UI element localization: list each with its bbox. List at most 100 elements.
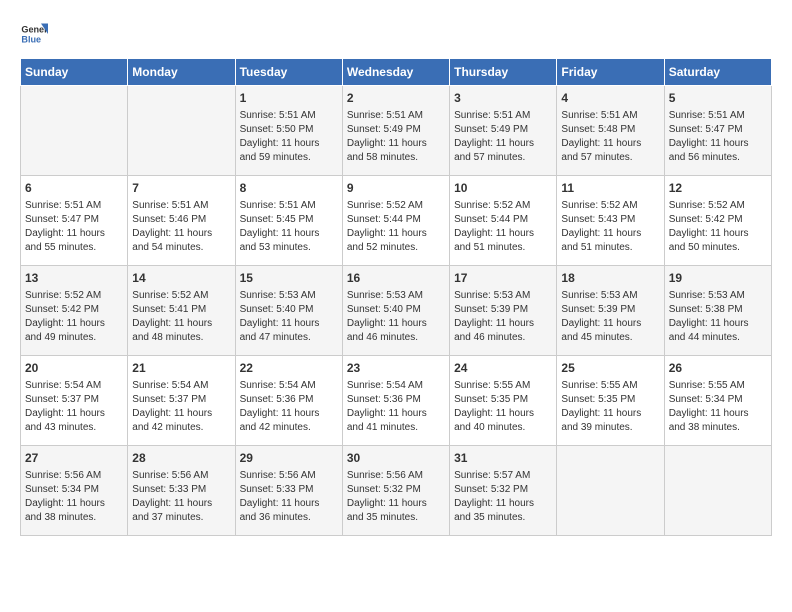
calendar-cell: 24 Sunrise: 5:55 AMSunset: 5:35 PMDayligh…: [450, 356, 557, 446]
calendar-cell: [664, 446, 771, 536]
calendar-cell: 15 Sunrise: 5:53 AMSunset: 5:40 PMDayligh…: [235, 266, 342, 356]
page-header: General Blue: [20, 20, 772, 48]
day-number: 28: [132, 450, 230, 467]
cell-content: Sunrise: 5:56 AMSunset: 5:33 PMDaylight:…: [240, 469, 338, 525]
cell-content: Sunrise: 5:55 AMSunset: 5:34 PMDaylight:…: [669, 379, 767, 435]
day-number: 24: [454, 360, 552, 377]
cell-content: Sunrise: 5:56 AMSunset: 5:32 PMDaylight:…: [347, 469, 445, 525]
cell-content: Sunrise: 5:51 AMSunset: 5:45 PMDaylight:…: [240, 199, 338, 255]
cell-content: Sunrise: 5:53 AMSunset: 5:40 PMDaylight:…: [347, 289, 445, 345]
logo-icon: General Blue: [20, 20, 48, 48]
cell-content: Sunrise: 5:52 AMSunset: 5:44 PMDaylight:…: [454, 199, 552, 255]
cell-content: Sunrise: 5:57 AMSunset: 5:32 PMDaylight:…: [454, 469, 552, 525]
day-number: 26: [669, 360, 767, 377]
cell-content: Sunrise: 5:52 AMSunset: 5:42 PMDaylight:…: [669, 199, 767, 255]
calendar-cell: 25 Sunrise: 5:55 AMSunset: 5:35 PMDayligh…: [557, 356, 664, 446]
calendar-week-row: 27 Sunrise: 5:56 AMSunset: 5:34 PMDayligh…: [21, 446, 772, 536]
calendar-cell: 28 Sunrise: 5:56 AMSunset: 5:33 PMDayligh…: [128, 446, 235, 536]
day-number: 29: [240, 450, 338, 467]
day-number: 25: [561, 360, 659, 377]
day-number: 12: [669, 180, 767, 197]
day-number: 11: [561, 180, 659, 197]
calendar-cell: 3 Sunrise: 5:51 AMSunset: 5:49 PMDaylight…: [450, 86, 557, 176]
day-number: 3: [454, 90, 552, 107]
cell-content: Sunrise: 5:54 AMSunset: 5:37 PMDaylight:…: [25, 379, 123, 435]
day-number: 1: [240, 90, 338, 107]
cell-content: Sunrise: 5:53 AMSunset: 5:39 PMDaylight:…: [561, 289, 659, 345]
day-number: 20: [25, 360, 123, 377]
day-number: 17: [454, 270, 552, 287]
calendar-cell: 8 Sunrise: 5:51 AMSunset: 5:45 PMDaylight…: [235, 176, 342, 266]
cell-content: Sunrise: 5:51 AMSunset: 5:48 PMDaylight:…: [561, 109, 659, 165]
weekday-header-cell: Wednesday: [342, 59, 449, 86]
cell-content: Sunrise: 5:51 AMSunset: 5:49 PMDaylight:…: [347, 109, 445, 165]
cell-content: Sunrise: 5:52 AMSunset: 5:41 PMDaylight:…: [132, 289, 230, 345]
calendar-week-row: 20 Sunrise: 5:54 AMSunset: 5:37 PMDayligh…: [21, 356, 772, 446]
calendar-cell: 14 Sunrise: 5:52 AMSunset: 5:41 PMDayligh…: [128, 266, 235, 356]
day-number: 4: [561, 90, 659, 107]
svg-text:Blue: Blue: [21, 34, 41, 44]
calendar-cell: [557, 446, 664, 536]
cell-content: Sunrise: 5:55 AMSunset: 5:35 PMDaylight:…: [561, 379, 659, 435]
weekday-header-cell: Tuesday: [235, 59, 342, 86]
calendar-table: SundayMondayTuesdayWednesdayThursdayFrid…: [20, 58, 772, 536]
day-number: 23: [347, 360, 445, 377]
cell-content: Sunrise: 5:56 AMSunset: 5:33 PMDaylight:…: [132, 469, 230, 525]
cell-content: Sunrise: 5:53 AMSunset: 5:40 PMDaylight:…: [240, 289, 338, 345]
weekday-header-row: SundayMondayTuesdayWednesdayThursdayFrid…: [21, 59, 772, 86]
day-number: 8: [240, 180, 338, 197]
calendar-cell: 27 Sunrise: 5:56 AMSunset: 5:34 PMDayligh…: [21, 446, 128, 536]
day-number: 10: [454, 180, 552, 197]
logo: General Blue: [20, 20, 48, 48]
calendar-cell: 10 Sunrise: 5:52 AMSunset: 5:44 PMDayligh…: [450, 176, 557, 266]
calendar-week-row: 13 Sunrise: 5:52 AMSunset: 5:42 PMDayligh…: [21, 266, 772, 356]
cell-content: Sunrise: 5:52 AMSunset: 5:42 PMDaylight:…: [25, 289, 123, 345]
day-number: 22: [240, 360, 338, 377]
day-number: 7: [132, 180, 230, 197]
cell-content: Sunrise: 5:51 AMSunset: 5:49 PMDaylight:…: [454, 109, 552, 165]
calendar-cell: 5 Sunrise: 5:51 AMSunset: 5:47 PMDaylight…: [664, 86, 771, 176]
weekday-header-cell: Sunday: [21, 59, 128, 86]
weekday-header-cell: Saturday: [664, 59, 771, 86]
cell-content: Sunrise: 5:55 AMSunset: 5:35 PMDaylight:…: [454, 379, 552, 435]
calendar-cell: 30 Sunrise: 5:56 AMSunset: 5:32 PMDayligh…: [342, 446, 449, 536]
calendar-cell: [128, 86, 235, 176]
cell-content: Sunrise: 5:56 AMSunset: 5:34 PMDaylight:…: [25, 469, 123, 525]
day-number: 16: [347, 270, 445, 287]
cell-content: Sunrise: 5:52 AMSunset: 5:44 PMDaylight:…: [347, 199, 445, 255]
cell-content: Sunrise: 5:54 AMSunset: 5:36 PMDaylight:…: [347, 379, 445, 435]
calendar-cell: 17 Sunrise: 5:53 AMSunset: 5:39 PMDayligh…: [450, 266, 557, 356]
day-number: 30: [347, 450, 445, 467]
calendar-cell: [21, 86, 128, 176]
calendar-cell: 4 Sunrise: 5:51 AMSunset: 5:48 PMDaylight…: [557, 86, 664, 176]
calendar-cell: 9Sunrise: 5:52 AMSunset: 5:44 PMDaylight…: [342, 176, 449, 266]
calendar-cell: 11 Sunrise: 5:52 AMSunset: 5:43 PMDayligh…: [557, 176, 664, 266]
calendar-cell: 23 Sunrise: 5:54 AMSunset: 5:36 PMDayligh…: [342, 356, 449, 446]
cell-content: Sunrise: 5:51 AMSunset: 5:47 PMDaylight:…: [25, 199, 123, 255]
day-number: 2: [347, 90, 445, 107]
calendar-cell: 20 Sunrise: 5:54 AMSunset: 5:37 PMDayligh…: [21, 356, 128, 446]
calendar-cell: 6Sunrise: 5:51 AMSunset: 5:47 PMDaylight…: [21, 176, 128, 266]
day-number: 27: [25, 450, 123, 467]
cell-content: Sunrise: 5:54 AMSunset: 5:37 PMDaylight:…: [132, 379, 230, 435]
cell-content: Sunrise: 5:52 AMSunset: 5:43 PMDaylight:…: [561, 199, 659, 255]
cell-content: Sunrise: 5:53 AMSunset: 5:39 PMDaylight:…: [454, 289, 552, 345]
weekday-header-cell: Monday: [128, 59, 235, 86]
weekday-header-cell: Friday: [557, 59, 664, 86]
day-number: 14: [132, 270, 230, 287]
calendar-cell: 26 Sunrise: 5:55 AMSunset: 5:34 PMDayligh…: [664, 356, 771, 446]
weekday-header-cell: Thursday: [450, 59, 557, 86]
calendar-cell: 29 Sunrise: 5:56 AMSunset: 5:33 PMDayligh…: [235, 446, 342, 536]
calendar-cell: 13 Sunrise: 5:52 AMSunset: 5:42 PMDayligh…: [21, 266, 128, 356]
day-number: 5: [669, 90, 767, 107]
calendar-cell: 18Sunrise: 5:53 AMSunset: 5:39 PMDayligh…: [557, 266, 664, 356]
day-number: 13: [25, 270, 123, 287]
cell-content: Sunrise: 5:53 AMSunset: 5:38 PMDaylight:…: [669, 289, 767, 345]
calendar-week-row: 1Sunrise: 5:51 AMSunset: 5:50 PMDaylight…: [21, 86, 772, 176]
calendar-cell: 7Sunrise: 5:51 AMSunset: 5:46 PMDaylight…: [128, 176, 235, 266]
calendar-cell: 1Sunrise: 5:51 AMSunset: 5:50 PMDaylight…: [235, 86, 342, 176]
calendar-cell: 21Sunrise: 5:54 AMSunset: 5:37 PMDayligh…: [128, 356, 235, 446]
cell-content: Sunrise: 5:51 AMSunset: 5:47 PMDaylight:…: [669, 109, 767, 165]
day-number: 15: [240, 270, 338, 287]
calendar-body: 1Sunrise: 5:51 AMSunset: 5:50 PMDaylight…: [21, 86, 772, 536]
